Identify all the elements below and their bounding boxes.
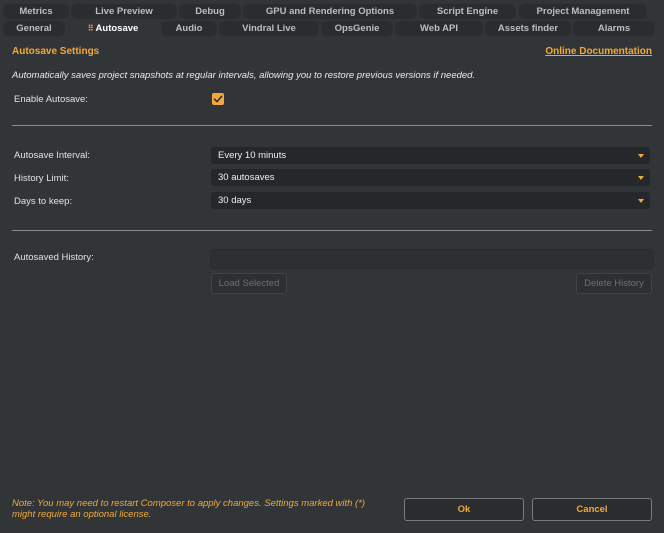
tab-alarms[interactable]: Alarms [573, 21, 655, 36]
load-selected-button[interactable]: Load Selected [211, 273, 287, 294]
chevron-down-icon [638, 199, 644, 203]
tab-vindral-live[interactable]: Vindral Live [219, 21, 319, 36]
tab-row-2: General ⠿ Autosave Audio Vindral Live Ops… [0, 21, 664, 38]
chevron-down-icon [638, 154, 644, 158]
tab-audio[interactable]: Audio [161, 21, 217, 36]
checkmark-icon [213, 95, 223, 103]
tab-autosave[interactable]: ⠿ Autosave [67, 21, 159, 36]
chevron-down-icon [638, 176, 644, 180]
tab-debug[interactable]: Debug [179, 4, 241, 19]
days-to-keep-label: Days to keep: [14, 196, 73, 207]
autosaved-history-label: Autosaved History: [14, 252, 94, 263]
autosaved-history-list[interactable] [210, 249, 654, 269]
enable-autosave-checkbox[interactable] [212, 93, 224, 105]
tab-metrics[interactable]: Metrics [3, 4, 69, 19]
tab-script-engine[interactable]: Script Engine [419, 4, 516, 19]
delete-history-button[interactable]: Delete History [576, 273, 652, 294]
history-limit-value: 30 autosaves [218, 172, 275, 183]
autosave-interval-label: Autosave Interval: [14, 150, 91, 161]
restart-note-line-2: might require an optional license. [12, 509, 152, 520]
drag-grip-icon: ⠿ [87, 24, 94, 33]
days-to-keep-select[interactable]: 30 days [211, 192, 650, 209]
tab-opsgenie[interactable]: OpsGenie [321, 21, 393, 36]
tab-project-management[interactable]: Project Management [519, 4, 647, 19]
enable-autosave-label: Enable Autosave: [14, 94, 88, 105]
restart-note: Note: You may need to restart Composer t… [12, 498, 392, 520]
tab-autosave-label: Autosave [95, 23, 139, 34]
tab-general[interactable]: General [3, 21, 65, 36]
section-title: Autosave Settings [12, 46, 100, 57]
history-limit-label: History Limit: [14, 173, 69, 184]
tab-assets-finder[interactable]: Assets finder [485, 21, 571, 36]
restart-note-line-1: Note: You may need to restart Composer t… [12, 498, 366, 509]
cancel-button[interactable]: Cancel [532, 498, 652, 521]
tab-row-1: Metrics Live Preview Debug GPU and Rende… [0, 4, 664, 21]
description-text: Automatically saves project snapshots at… [12, 70, 476, 81]
ok-button[interactable]: Ok [404, 498, 524, 521]
divider-1 [12, 125, 652, 126]
divider-2 [12, 230, 652, 231]
autosave-interval-value: Every 10 minuts [218, 150, 287, 161]
online-documentation-link[interactable]: Online Documentation [545, 46, 652, 57]
days-to-keep-value: 30 days [218, 195, 252, 206]
tab-live-preview[interactable]: Live Preview [71, 4, 177, 19]
autosave-interval-select[interactable]: Every 10 minuts [211, 147, 650, 164]
history-limit-select[interactable]: 30 autosaves [211, 169, 650, 186]
tab-gpu-rendering[interactable]: GPU and Rendering Options [243, 4, 417, 19]
tab-web-api[interactable]: Web API [395, 21, 483, 36]
